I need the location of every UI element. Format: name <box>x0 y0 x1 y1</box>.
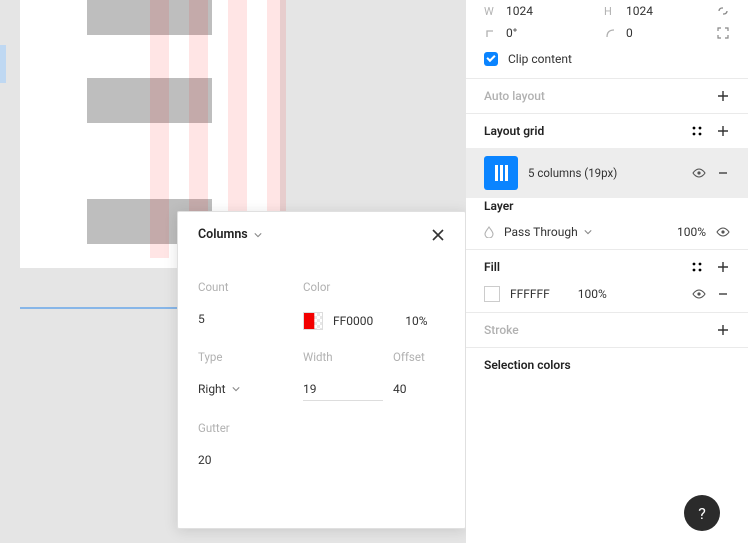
left-selection-indicator <box>0 45 6 83</box>
height-input[interactable]: 1024 <box>626 4 696 18</box>
layer-section: Layer Pass Through 100% <box>466 189 748 250</box>
dimensions-section: W 1024 H 1024 0° 0 Clip content <box>466 0 748 79</box>
blend-mode-dropdown[interactable]: Pass Through <box>504 225 592 239</box>
layer-opacity-input[interactable]: 100% <box>677 225 706 239</box>
visibility-icon[interactable] <box>716 225 730 239</box>
fill-opacity-input[interactable]: 100% <box>578 287 607 301</box>
stroke-section: Stroke <box>466 313 748 348</box>
properties-panel: W 1024 H 1024 0° 0 Clip content Auto lay… <box>466 0 748 543</box>
w-label: W <box>484 5 498 18</box>
auto-layout-title: Auto layout <box>484 89 545 103</box>
grid-type-dropdown[interactable]: Columns <box>198 227 262 242</box>
chevron-down-icon <box>232 385 240 393</box>
stroke-title: Stroke <box>484 323 519 337</box>
visibility-icon[interactable] <box>692 166 706 180</box>
width-input[interactable]: 1024 <box>506 4 576 18</box>
h-label: H <box>604 5 618 18</box>
chevron-down-icon <box>254 231 262 239</box>
rotation-input[interactable]: 0° <box>506 26 576 40</box>
layout-grid-description: 5 columns (19px) <box>528 166 682 180</box>
fill-styles-icon[interactable] <box>690 260 704 274</box>
corner-radius-icon <box>604 27 618 39</box>
fill-section: Fill FFFFFF 100% <box>466 250 748 313</box>
offset-label: Offset <box>393 350 425 364</box>
auto-layout-section: Auto layout <box>466 79 748 114</box>
remove-icon[interactable] <box>716 166 730 180</box>
grid-type-label: Columns <box>198 227 248 242</box>
count-input[interactable]: 5 <box>198 312 293 326</box>
type-dropdown[interactable]: Right <box>198 382 293 396</box>
chevron-down-icon <box>584 228 592 236</box>
remove-icon[interactable] <box>716 287 730 301</box>
fill-hex-input[interactable]: FFFFFF <box>510 287 550 301</box>
independent-corners-icon[interactable] <box>716 26 730 40</box>
type-label: Type <box>198 350 293 364</box>
fill-title: Fill <box>484 260 500 274</box>
add-fill-icon[interactable] <box>716 260 730 274</box>
width-input[interactable]: 19 <box>303 382 383 401</box>
grid-styles-icon[interactable] <box>690 124 704 138</box>
columns-icon[interactable] <box>484 156 518 190</box>
blend-mode-icon <box>484 226 494 238</box>
layout-grid-section: Layout grid 5 columns (19px) <box>466 114 748 189</box>
clip-content-label: Clip content <box>508 52 572 66</box>
grid-column-overlay <box>150 0 169 258</box>
selection-colors-title: Selection colors <box>484 358 571 372</box>
constrain-proportions-icon[interactable] <box>716 4 730 18</box>
gutter-label: Gutter <box>198 421 445 435</box>
offset-input[interactable]: 40 <box>393 382 425 396</box>
color-opacity-input[interactable]: 10% <box>405 314 427 328</box>
visibility-icon[interactable] <box>692 287 706 301</box>
gutter-input[interactable]: 20 <box>198 453 445 467</box>
add-auto-layout-icon[interactable] <box>716 89 730 103</box>
color-swatch[interactable] <box>303 312 323 330</box>
layer-title: Layer <box>484 199 514 213</box>
help-button[interactable]: ? <box>684 495 720 531</box>
count-label: Count <box>198 280 293 294</box>
width-label: Width <box>303 350 383 364</box>
clip-content-checkbox[interactable] <box>484 52 498 66</box>
layout-grid-title: Layout grid <box>484 124 544 138</box>
rotation-icon <box>484 27 498 39</box>
fill-swatch[interactable] <box>484 286 500 302</box>
corner-radius-input[interactable]: 0 <box>626 26 696 40</box>
color-label: Color <box>303 280 428 294</box>
add-stroke-icon[interactable] <box>716 323 730 337</box>
selection-colors-section: Selection colors <box>466 348 748 382</box>
layout-grid-settings-popup: Columns Count 5 Color FF0000 10% Type <box>177 211 466 529</box>
add-layout-grid-icon[interactable] <box>716 124 730 138</box>
color-hex-input[interactable]: FF0000 <box>333 314 373 328</box>
close-icon[interactable] <box>431 228 445 242</box>
